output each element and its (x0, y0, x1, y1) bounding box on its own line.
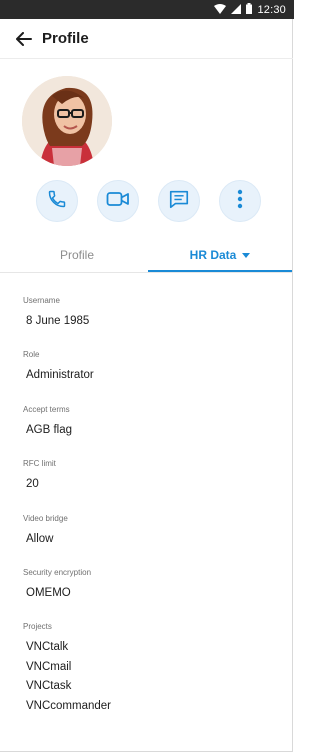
caret-down-icon (242, 252, 251, 258)
field-value: OMEMO (26, 587, 71, 599)
avatar (22, 76, 112, 166)
tab-profile-label: Profile (59, 248, 94, 262)
tab-profile[interactable]: Profile (4, 238, 150, 272)
wifi-icon (214, 1, 227, 19)
back-arrow-icon[interactable] (12, 27, 36, 51)
page-title: Profile (42, 30, 89, 47)
field-value: Administrator (26, 369, 94, 381)
project-item: VNCtask (26, 680, 72, 692)
chat-icon (168, 188, 190, 215)
field-accept-terms: Accept terms AGB flag (23, 405, 72, 441)
active-tab-indicator (148, 270, 292, 272)
field-rfc-limit: RFC limit 20 (23, 459, 56, 495)
field-value: AGB flag (26, 424, 73, 436)
field-security-encryption: Security encryption OMEMO (23, 568, 91, 604)
more-options-button[interactable] (219, 180, 261, 222)
video-camera-icon (106, 190, 130, 213)
project-list: VNCtalk VNCmail VNCtask VNCcommander (26, 638, 111, 716)
video-call-button[interactable] (97, 180, 139, 222)
project-item: VNCcommander (26, 699, 111, 712)
call-button[interactable] (36, 180, 78, 222)
signal-icon (231, 1, 242, 19)
contact-actions (0, 180, 294, 222)
more-vertical-icon (237, 189, 243, 214)
field-value: Allow (26, 533, 54, 545)
field-label: Security encryption (23, 568, 92, 577)
field-label: Username (23, 296, 60, 305)
field-value: 8 June 1985 (26, 315, 90, 327)
field-label: RFC limit (23, 459, 56, 468)
tab-hr-data[interactable]: HR Data (147, 238, 293, 272)
status-bar: 12:30 (0, 0, 294, 19)
phone-icon (47, 189, 67, 214)
field-label: Role (23, 350, 40, 359)
field-label: Accept terms (23, 405, 70, 414)
app-bar: Profile (0, 19, 293, 59)
tab-hr-data-label: HR Data (189, 248, 237, 262)
project-item: VNCtalk (26, 641, 69, 653)
battery-icon (246, 1, 253, 19)
field-role: Role Administrator (23, 350, 94, 386)
field-value: 20 (26, 478, 39, 490)
field-label: Video bridge (23, 514, 68, 523)
project-item: VNCmail (26, 660, 72, 673)
field-username: Username 8 June 1985 (23, 296, 89, 332)
status-time: 12:30 (257, 3, 286, 16)
field-video-bridge: Video bridge Allow (23, 514, 68, 550)
field-projects: Projects VNCtalk VNCmail VNCtask VNCcomm… (23, 622, 111, 716)
field-label: Projects (23, 622, 52, 631)
profile-tabs: Profile HR Data (0, 238, 293, 273)
message-button[interactable] (158, 180, 200, 222)
